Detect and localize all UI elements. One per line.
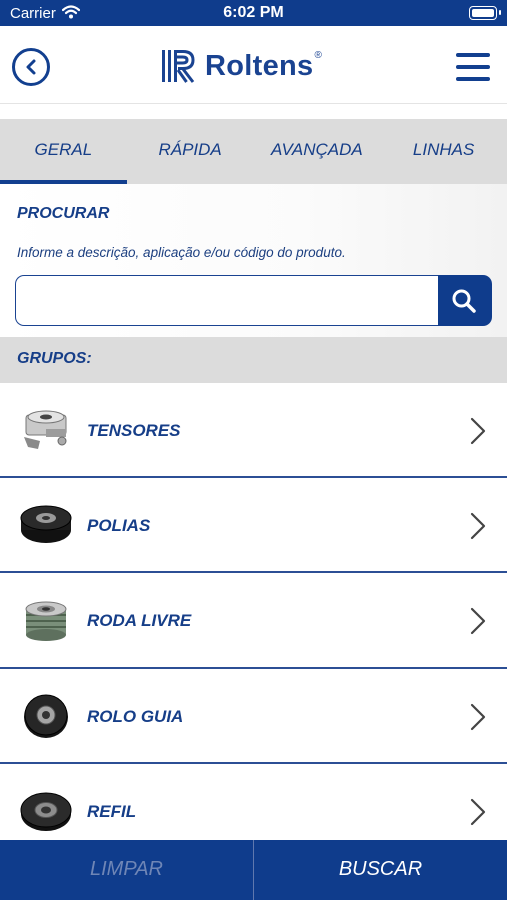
search-mode-tabs: GERAL RÁPIDA AVANÇADA LINHAS — [0, 119, 507, 184]
search-submit-button[interactable]: BUSCAR — [254, 840, 507, 900]
group-item-refil[interactable]: REFIL — [0, 763, 507, 840]
chevron-right-icon — [470, 608, 486, 635]
group-list: TENSORES POLIAS RODA LIVRE ROLO GUIA REF… — [0, 383, 507, 840]
group-item-roda-livre[interactable]: RODA LIVRE — [0, 573, 507, 669]
bearing-refill-icon — [20, 792, 72, 831]
menu-icon-bar — [456, 65, 490, 69]
menu-icon-bar — [456, 53, 490, 57]
logo-registered-mark: ® — [314, 50, 322, 61]
group-label: ROLO GUIA — [87, 706, 184, 726]
tab-linhas[interactable]: LINHAS — [380, 119, 507, 184]
freewheel-icon — [25, 601, 67, 642]
chevron-right-icon — [470, 417, 486, 445]
chevron-right-icon — [470, 513, 486, 540]
chevron-right-icon — [470, 798, 486, 825]
tab-geral[interactable]: GERAL — [0, 119, 127, 184]
tensioner-icon — [24, 410, 67, 449]
logo-text: Roltens — [205, 49, 314, 82]
search-hint: Informe a descrição, aplicação e/ou códi… — [17, 245, 346, 260]
back-button[interactable] — [12, 48, 50, 86]
hamburger-menu-button[interactable] — [456, 53, 490, 81]
group-label: REFIL — [87, 801, 137, 821]
tab-rapida[interactable]: RÁPIDA — [127, 119, 254, 184]
search-icon — [452, 289, 476, 313]
group-label: POLIAS — [87, 516, 151, 536]
search-input[interactable] — [15, 275, 438, 326]
group-item-polias[interactable]: POLIAS — [0, 478, 507, 574]
search-button[interactable] — [438, 275, 492, 326]
group-label: RODA LIVRE — [87, 611, 192, 631]
groups-header: GRUPOS: — [0, 337, 507, 383]
chevron-left-icon — [26, 59, 36, 75]
search-section-title: PROCURAR — [17, 205, 110, 222]
search-bar — [15, 275, 492, 326]
app-header: Roltens ® — [0, 26, 507, 104]
chevron-right-icon — [470, 703, 486, 730]
tab-avancada[interactable]: AVANÇADA — [254, 119, 381, 184]
bottom-action-bar: LIMPAR BUSCAR — [0, 840, 507, 900]
group-item-rolo-guia[interactable]: ROLO GUIA — [0, 668, 507, 764]
pulley-icon — [20, 505, 72, 544]
group-item-tensores[interactable]: TENSORES — [0, 383, 507, 479]
status-bar: Carrier 6:02 PM — [0, 0, 507, 26]
roltens-logo: Roltens ® — [161, 48, 322, 84]
roltens-r-icon — [162, 50, 195, 83]
groups-title: GRUPOS: — [17, 350, 92, 367]
menu-icon-bar — [456, 77, 490, 81]
status-time: 6:02 PM — [223, 4, 284, 21]
battery-icon — [469, 6, 501, 20]
group-label: TENSORES — [87, 421, 181, 440]
clear-button[interactable]: LIMPAR — [0, 840, 254, 900]
idler-roller-icon — [24, 694, 68, 738]
